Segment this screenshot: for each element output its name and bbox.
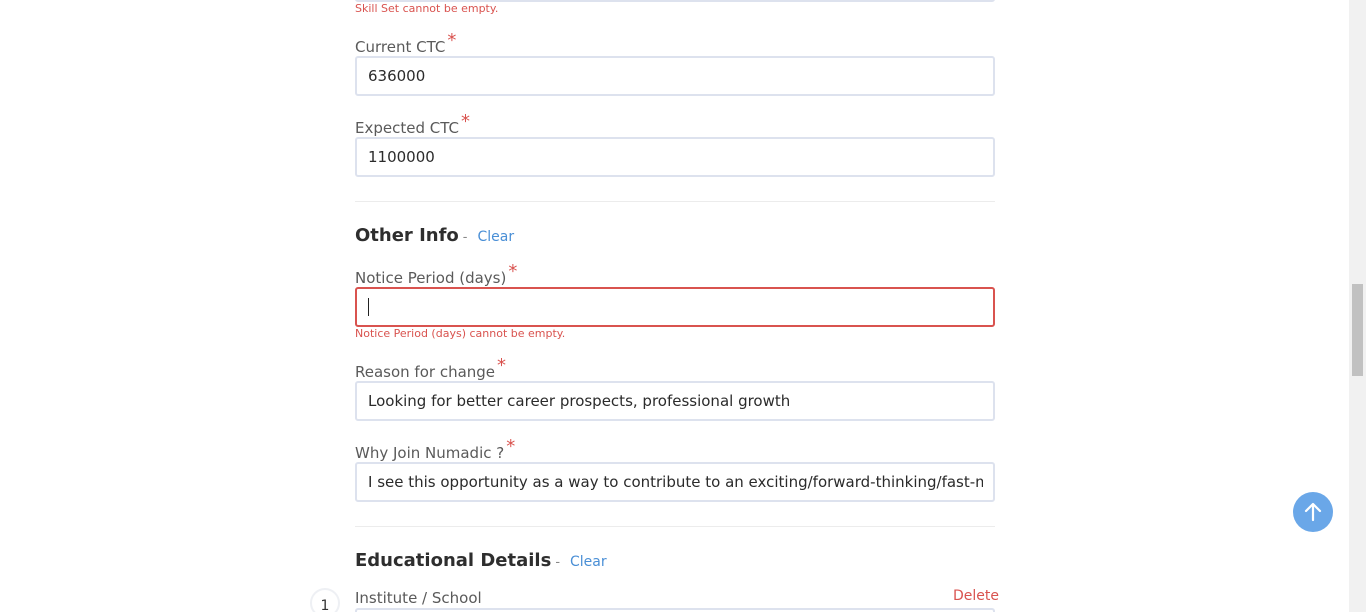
required-mark: * bbox=[460, 111, 470, 132]
reason-for-change-label: Reason for change * bbox=[355, 355, 506, 382]
notice-period-label-text: Notice Period (days) bbox=[355, 269, 507, 287]
current-ctc-value: 636000 bbox=[368, 67, 426, 85]
scrollbar-thumb[interactable] bbox=[1352, 284, 1363, 376]
current-ctc-input[interactable]: 636000 bbox=[355, 56, 995, 96]
why-join-value: I see this opportunity as a way to contr… bbox=[368, 473, 983, 491]
reason-for-change-input[interactable]: Looking for better career prospects, pro… bbox=[355, 381, 995, 421]
reason-for-change-label-text: Reason for change bbox=[355, 363, 496, 381]
institute-label: Institute / School bbox=[355, 589, 482, 607]
reason-for-change-value: Looking for better career prospects, pro… bbox=[368, 392, 791, 410]
educational-details-clear-link[interactable]: Clear bbox=[570, 554, 607, 570]
expected-ctc-label: Expected CTC * bbox=[355, 111, 470, 138]
title-separator: - bbox=[462, 230, 468, 245]
institute-input[interactable] bbox=[355, 608, 995, 612]
educational-details-header: Educational Details - Clear bbox=[355, 550, 607, 571]
why-join-label-text: Why Join Numadic ? bbox=[355, 444, 505, 462]
section-divider bbox=[355, 201, 995, 202]
skill-set-error: Skill Set cannot be empty. bbox=[355, 2, 499, 15]
text-cursor bbox=[368, 298, 369, 316]
required-mark: * bbox=[497, 355, 507, 376]
required-mark: * bbox=[506, 436, 516, 457]
delete-education-button[interactable]: Delete bbox=[953, 588, 999, 604]
current-ctc-label: Current CTC * bbox=[355, 30, 456, 57]
other-info-clear-link[interactable]: Clear bbox=[477, 229, 514, 245]
title-separator: - bbox=[555, 555, 561, 570]
page-scrollbar[interactable] bbox=[1349, 0, 1366, 612]
institute-label-text: Institute / School bbox=[355, 589, 482, 607]
scroll-to-top-button[interactable] bbox=[1293, 492, 1333, 532]
educational-details-title: Educational Details bbox=[355, 550, 552, 571]
notice-period-input[interactable] bbox=[355, 287, 995, 327]
other-info-header: Other Info - Clear bbox=[355, 225, 514, 246]
required-mark: * bbox=[508, 261, 518, 282]
expected-ctc-input[interactable]: 1100000 bbox=[355, 137, 995, 177]
arrow-up-icon bbox=[1304, 502, 1322, 522]
other-info-title: Other Info bbox=[355, 225, 459, 246]
expected-ctc-label-text: Expected CTC bbox=[355, 119, 459, 137]
notice-period-label: Notice Period (days) * bbox=[355, 261, 517, 288]
required-mark: * bbox=[447, 30, 457, 51]
current-ctc-label-text: Current CTC bbox=[355, 38, 446, 56]
expected-ctc-value: 1100000 bbox=[368, 148, 435, 166]
why-join-input[interactable]: I see this opportunity as a way to contr… bbox=[355, 462, 995, 502]
section-divider bbox=[355, 526, 995, 527]
notice-period-error: Notice Period (days) cannot be empty. bbox=[355, 327, 566, 340]
application-form-page: Skill Set cannot be empty. Current CTC * … bbox=[0, 0, 1366, 612]
why-join-label: Why Join Numadic ? * bbox=[355, 436, 515, 463]
education-entry-number: 1 bbox=[310, 588, 340, 612]
